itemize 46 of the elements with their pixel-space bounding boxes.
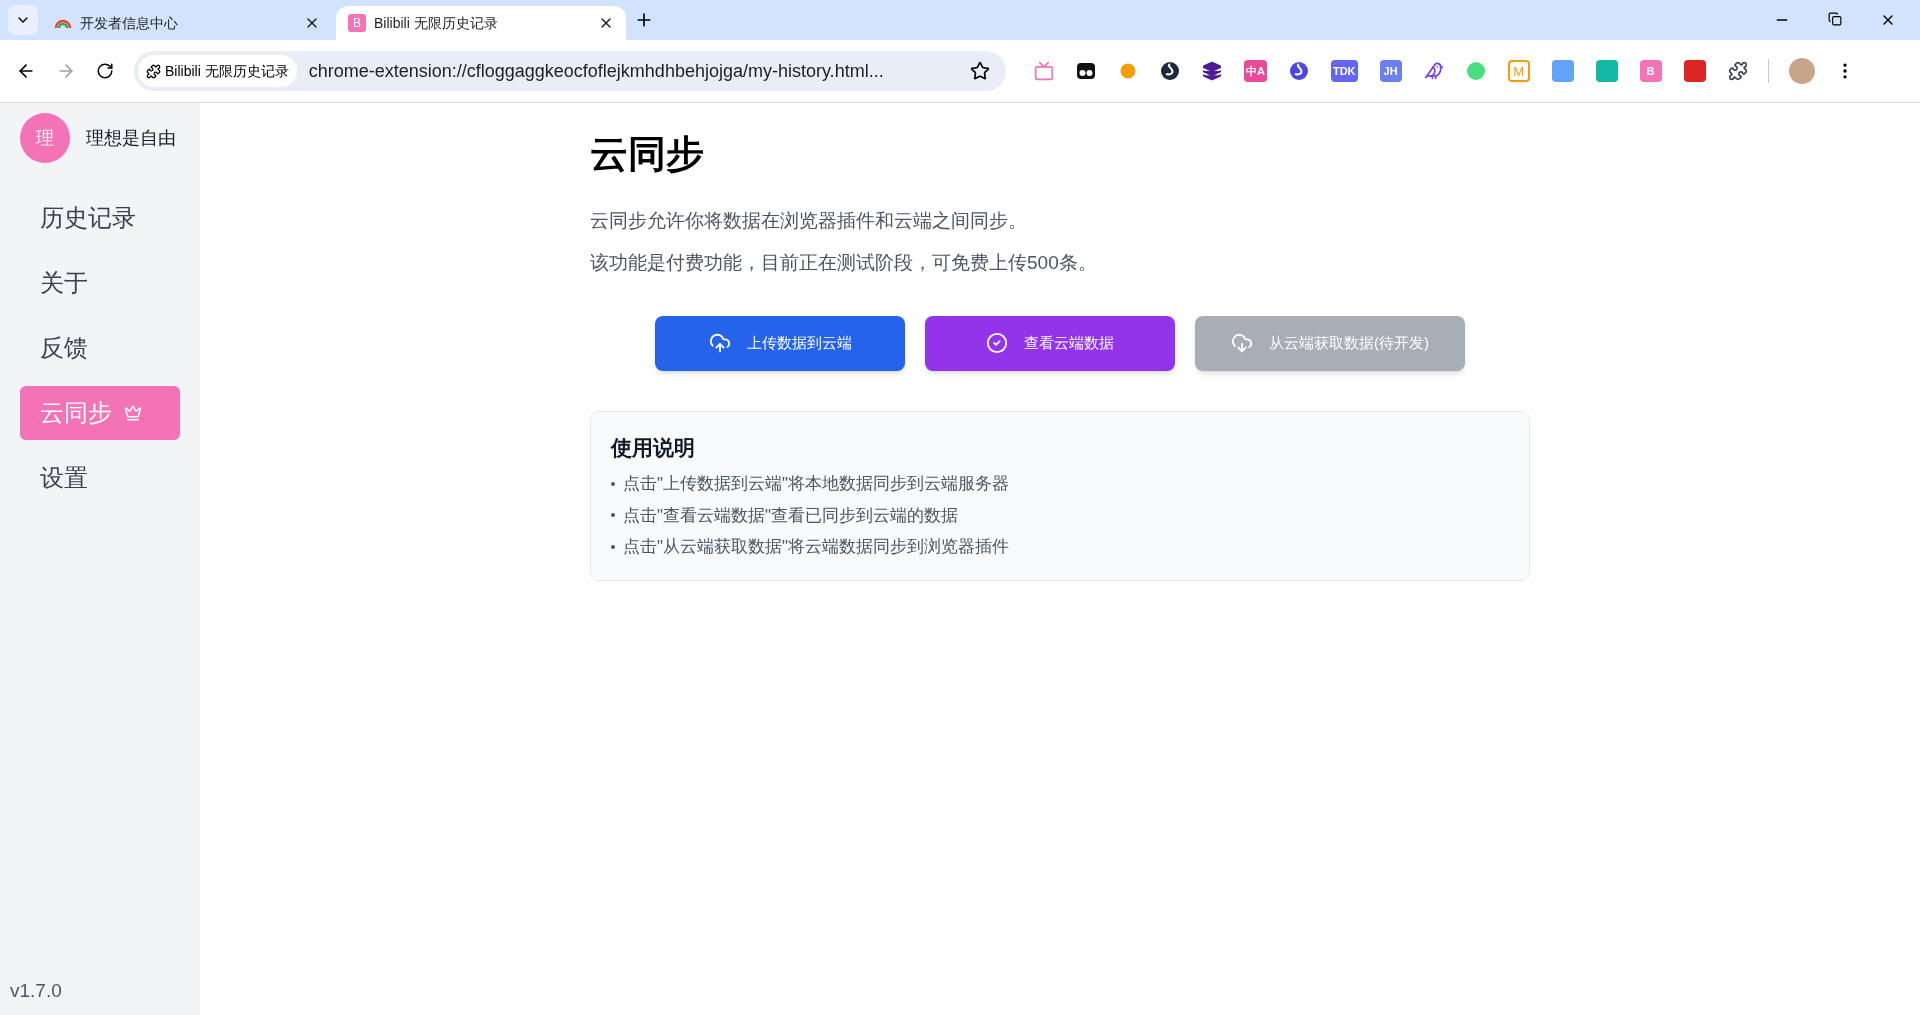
tab-favicon: B xyxy=(348,14,366,32)
page-title: 云同步 xyxy=(590,132,705,177)
address-bar[interactable]: Bilibili 无限历史记录 chrome-extension://cfloggaggkeocfoflejkmhdhbehjojga/my-history.html... xyxy=(134,51,1006,91)
nav-item[interactable]: 历史记录 xyxy=(20,191,180,245)
extension-icon[interactable] xyxy=(1076,61,1096,81)
url-text: chrome-extension://cfloggaggkeocfoflejkmhdhbehjojga/my-history.html... xyxy=(308,59,885,83)
tv-icon[interactable] xyxy=(1034,61,1054,81)
restore-icon[interactable] xyxy=(1828,12,1842,26)
cloud-download-icon xyxy=(1231,332,1253,354)
tab-title: Bilibili 无限历史记录 xyxy=(374,13,499,33)
bullet-icon xyxy=(611,544,615,549)
avatar: 理 xyxy=(20,113,70,163)
extension-icon[interactable]: JH xyxy=(1379,60,1402,82)
instruction-text: 点击"查看云端数据"查看已同步到云端的数据 xyxy=(623,504,959,527)
extension-icon xyxy=(146,63,161,79)
nav-item[interactable]: 设置 xyxy=(20,451,180,505)
check-circle-icon xyxy=(986,332,1008,354)
instructions-title: 使用说明 xyxy=(611,434,696,461)
cloud-upload-icon xyxy=(708,332,731,354)
extension-icon[interactable] xyxy=(1160,61,1180,81)
reload-icon[interactable] xyxy=(96,62,114,80)
browser-tab[interactable]: 开发者信息中心 xyxy=(42,6,332,40)
extension-icon[interactable] xyxy=(1288,61,1309,81)
tab-list-button[interactable] xyxy=(8,5,38,35)
nav-item[interactable]: 关于 xyxy=(20,256,180,310)
extension-icon[interactable]: 中A xyxy=(1244,60,1267,82)
action-button[interactable]: 上传数据到云端 xyxy=(655,315,905,371)
nav-item[interactable]: 反馈 xyxy=(20,321,180,375)
action-button[interactable]: 查看云端数据 xyxy=(925,315,1175,371)
extension-icon[interactable]: TDK xyxy=(1330,60,1358,82)
bullet-icon xyxy=(611,481,615,486)
description-text: 云同步允许你将数据在浏览器插件和云端之间同步。 xyxy=(590,208,1028,233)
tab-title: 开发者信息中心 xyxy=(80,13,179,33)
instruction-text: 点击"上传数据到云端"将本地数据同步到云端服务器 xyxy=(623,473,1010,495)
description-text: 该功能是付费功能，目前正在测试阶段，可免费上传500条。 xyxy=(590,251,1098,275)
username: 理想是自由 xyxy=(86,126,176,150)
bookmark-star-icon[interactable] xyxy=(970,61,990,81)
bird-icon[interactable] xyxy=(1423,61,1444,81)
version-label: v1.7.0 xyxy=(10,978,63,1003)
extensions-icon[interactable] xyxy=(1727,61,1748,81)
instruction-text: 点击"从云端获取数据"将云端数据同步到浏览器插件 xyxy=(623,536,1010,558)
layers-icon[interactable] xyxy=(1202,61,1222,81)
site-chip[interactable]: Bilibili 无限历史记录 xyxy=(138,55,297,87)
bullet-icon xyxy=(611,513,615,518)
site-name: Bilibili 无限历史记录 xyxy=(165,61,289,81)
browser-tab[interactable]: B Bilibili 无限历史记录 xyxy=(336,6,626,40)
